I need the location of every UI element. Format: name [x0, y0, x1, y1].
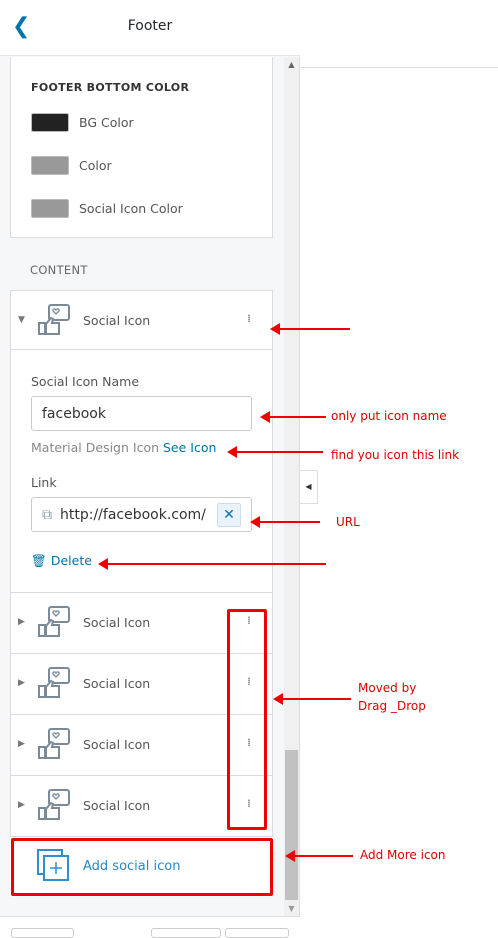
caret-down-icon[interactable]: ▼	[18, 315, 25, 325]
annotation-note: URL	[336, 515, 360, 529]
annotation-arrow	[273, 693, 351, 705]
field-label: Link	[31, 475, 57, 490]
color-label: Color	[79, 158, 112, 173]
item-title: Social Icon	[83, 798, 151, 813]
annotation-note: find you icon this link	[331, 448, 460, 462]
page-title: Footer	[127, 18, 173, 34]
annotation-arrow	[227, 446, 323, 458]
annotation-note: Moved by Drag _Drop	[358, 681, 426, 713]
clear-link-button[interactable]: ✕	[217, 502, 241, 527]
link-icon: ⧉	[42, 506, 52, 523]
add-highlight-box	[11, 838, 273, 896]
social-thumbs-up-icon	[38, 667, 70, 698]
footer-button[interactable]	[11, 928, 74, 938]
item-title: Social Icon	[83, 615, 151, 630]
annotation-arrow	[98, 558, 326, 570]
bg-color-picker[interactable]: BG Color	[31, 113, 134, 132]
social-thumbs-up-icon	[38, 606, 70, 637]
delete-button[interactable]: 🗑 Delete	[31, 553, 92, 569]
content-heading: CONTENT	[30, 263, 88, 277]
footer-bottom-color-section: FOOTER BOTTOM COLOR BG Color Color Socia…	[10, 57, 273, 238]
item-title: Social Icon	[83, 676, 151, 691]
social-icon-item-body: Social Icon Name facebook Material Desig…	[10, 350, 273, 593]
preview-divider	[301, 67, 498, 68]
color-swatch[interactable]	[31, 113, 69, 132]
social-icon-color-picker[interactable]: Social Icon Color	[31, 199, 183, 218]
caret-right-icon[interactable]: ▶	[18, 800, 25, 810]
section-heading: FOOTER BOTTOM COLOR	[31, 81, 190, 94]
caret-right-icon[interactable]: ▶	[18, 678, 25, 688]
color-label: Social Icon Color	[79, 201, 183, 216]
annotation-arrow	[260, 411, 326, 423]
collapse-sidebar-button[interactable]: ◀	[300, 470, 318, 504]
trash-icon: 🗑	[31, 553, 47, 568]
social-thumbs-up-icon	[38, 728, 70, 759]
input-value: facebook	[42, 405, 106, 422]
link-input[interactable]: ⧉ http://facebook.com/ ✕	[31, 497, 252, 532]
color-picker[interactable]: Color	[31, 156, 112, 175]
color-label: BG Color	[79, 115, 134, 130]
social-icon-name-input[interactable]: facebook	[31, 396, 252, 431]
item-title: Social Icon	[83, 737, 151, 752]
color-swatch[interactable]	[31, 199, 69, 218]
social-thumbs-up-icon	[38, 789, 70, 820]
footer-button[interactable]	[225, 928, 289, 938]
input-value: http://facebook.com/	[60, 506, 206, 523]
annotation-arrow	[285, 850, 353, 862]
scrollbar-thumb[interactable]	[285, 750, 298, 900]
caret-right-icon[interactable]: ▶	[18, 617, 25, 627]
color-swatch[interactable]	[31, 156, 69, 175]
device-buttons[interactable]	[151, 928, 221, 938]
item-title: Social Icon	[83, 313, 151, 328]
annotation-note: only put icon name	[331, 409, 447, 423]
help-label: Material Design Icon	[31, 440, 160, 455]
annotation-arrow	[250, 516, 320, 528]
drag-highlight-box	[227, 609, 267, 830]
social-icon-item-expanded[interactable]: ▼ Social Icon ⁞⁞	[10, 290, 273, 350]
scroll-up-icon[interactable]: ▲	[284, 60, 299, 69]
drag-handle-icon[interactable]: ⁞⁞	[247, 312, 251, 325]
annotation-note: Add More icon	[360, 848, 446, 862]
see-icon-link[interactable]: See Icon	[163, 440, 216, 455]
help-text: Material Design Icon See Icon	[31, 440, 216, 455]
delete-label: Delete	[50, 553, 92, 568]
social-thumbs-up-icon	[38, 304, 70, 335]
scroll-down-icon[interactable]: ▼	[284, 904, 299, 913]
field-label: Social Icon Name	[31, 374, 140, 389]
caret-right-icon[interactable]: ▶	[18, 739, 25, 749]
panel-header: ❮ Footer	[0, 0, 300, 56]
annotation-arrow	[270, 323, 350, 335]
